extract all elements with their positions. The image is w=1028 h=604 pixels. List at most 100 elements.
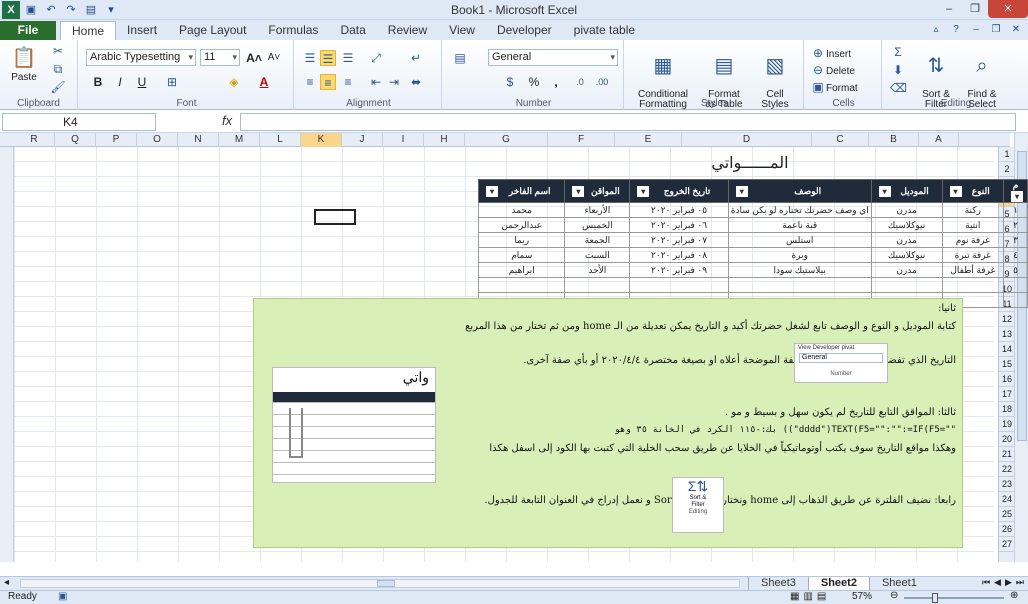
row-header-24[interactable]: 24 bbox=[999, 492, 1015, 507]
table-header-cell[interactable]: اسم الفاخر ▾ bbox=[477, 179, 566, 203]
horizontal-scrollbar[interactable] bbox=[20, 579, 740, 588]
filter-dropdown-icon[interactable]: ▾ bbox=[486, 185, 498, 197]
table-cell[interactable]: الأحد bbox=[564, 262, 631, 278]
align-left-icon[interactable]: ≡ bbox=[302, 74, 318, 90]
column-header-p[interactable]: P bbox=[96, 133, 137, 147]
minimize-icon[interactable]: – bbox=[936, 0, 962, 18]
collapse-ribbon-icon[interactable]: ▵ bbox=[928, 22, 944, 38]
row-header-2[interactable]: 2 bbox=[999, 162, 1015, 177]
bold-button[interactable]: B bbox=[90, 74, 106, 90]
table-cell[interactable]: ٠٧ فبراير ٢٠٢٠ bbox=[629, 232, 729, 248]
table-cell[interactable]: مدرن bbox=[870, 202, 943, 218]
table-cell[interactable]: ٠٩ فبراير ٢٠٢٠ bbox=[629, 262, 729, 278]
table-cell[interactable]: وبرة bbox=[727, 247, 872, 263]
cut-icon[interactable]: ✂ bbox=[50, 43, 66, 59]
table-cell[interactable]: ابراهيم bbox=[477, 262, 566, 278]
column-header-r[interactable]: R bbox=[14, 133, 55, 147]
table-cell[interactable] bbox=[727, 277, 872, 293]
close-icon[interactable]: ✕ bbox=[988, 0, 1028, 18]
table-cell[interactable] bbox=[1003, 277, 1028, 293]
active-cell-k4[interactable] bbox=[314, 209, 356, 225]
column-header-j[interactable]: J bbox=[342, 133, 383, 147]
column-header-n[interactable]: N bbox=[178, 133, 219, 147]
last-sheet-icon[interactable]: ⏭ bbox=[1016, 577, 1024, 588]
table-cell[interactable]: ٠٥ فبراير ٢٠٢٠ bbox=[629, 202, 729, 218]
table-cell[interactable]: ١ bbox=[1003, 202, 1028, 218]
row-header-16[interactable]: 16 bbox=[999, 372, 1015, 387]
tab-developer[interactable]: Developer bbox=[486, 21, 563, 40]
hscroll-left-icon[interactable]: ◂ bbox=[4, 577, 9, 588]
formula-input[interactable] bbox=[240, 113, 1016, 131]
shrink-font-icon[interactable]: A˅ bbox=[266, 50, 282, 66]
zoom-slider[interactable] bbox=[904, 593, 1004, 603]
column-header-k[interactable]: K bbox=[301, 133, 342, 147]
sheet-tab-1[interactable]: Sheet1 bbox=[870, 577, 929, 591]
table-header-cell[interactable]: الموديل ▾ bbox=[870, 179, 943, 203]
italic-button[interactable]: I bbox=[112, 74, 128, 90]
table-cell[interactable]: انتية bbox=[941, 217, 1005, 233]
row-header-21[interactable]: 21 bbox=[999, 447, 1015, 462]
column-header-d[interactable]: D bbox=[682, 133, 812, 147]
tab-page-layout[interactable]: Page Layout bbox=[168, 21, 257, 40]
font-color-icon[interactable]: A bbox=[256, 74, 272, 90]
table-cell[interactable]: سمام bbox=[477, 247, 566, 263]
row-header-1[interactable]: 1 bbox=[999, 147, 1015, 162]
filter-dropdown-icon[interactable]: ▾ bbox=[572, 185, 585, 197]
row-header-13[interactable]: 13 bbox=[999, 327, 1015, 342]
column-header-h[interactable]: H bbox=[424, 133, 465, 147]
table-cell[interactable] bbox=[564, 277, 631, 293]
copy-icon[interactable]: ⧉ bbox=[50, 61, 66, 77]
table-cell[interactable]: غرفة تبرة bbox=[941, 247, 1005, 263]
table-cell[interactable]: استلس bbox=[727, 232, 872, 248]
table-cell[interactable]: ٥ bbox=[1003, 262, 1028, 278]
zoom-out-icon[interactable]: ⊖ bbox=[890, 590, 898, 601]
table-cell[interactable]: مدرن bbox=[870, 262, 943, 278]
table-header-cell[interactable]: الوصف ▾ bbox=[727, 179, 872, 203]
underline-button[interactable]: U bbox=[134, 74, 150, 90]
name-box[interactable]: K4 bbox=[2, 113, 156, 131]
table-cell[interactable]: ٠٦ فبراير ٢٠٢٠ bbox=[629, 217, 729, 233]
merge-center-icon[interactable]: ⬌ bbox=[408, 74, 424, 90]
clear-icon[interactable]: ⌫ bbox=[890, 80, 907, 96]
zoom-level[interactable]: 57% bbox=[852, 591, 872, 602]
filter-dropdown-icon[interactable]: ▾ bbox=[735, 185, 748, 197]
number-format-select[interactable]: General bbox=[488, 49, 618, 66]
table-cell[interactable]: غرفة نوم bbox=[941, 232, 1005, 248]
doc-restore-icon[interactable]: ❐ bbox=[988, 22, 1004, 38]
next-sheet-icon[interactable]: ▶ bbox=[1005, 577, 1012, 588]
column-header-e[interactable]: E bbox=[615, 133, 682, 147]
column-header-f[interactable]: F bbox=[548, 133, 615, 147]
tab-home[interactable]: Home bbox=[60, 21, 117, 40]
table-cell[interactable]: ٢ bbox=[1003, 217, 1028, 233]
orientation-icon[interactable]: ⤢ bbox=[368, 50, 384, 66]
fill-icon[interactable]: ⬇ bbox=[890, 62, 906, 78]
first-sheet-icon[interactable]: ⏮ bbox=[982, 577, 990, 588]
row-header-20[interactable]: 20 bbox=[999, 432, 1015, 447]
column-header-c[interactable]: C bbox=[812, 133, 869, 147]
table-cell[interactable]: الخميس bbox=[564, 217, 631, 233]
table-cell[interactable]: مدرن bbox=[870, 232, 943, 248]
table-cell[interactable]: ركنة bbox=[941, 202, 1005, 218]
decrease-indent-icon[interactable]: ⇤ bbox=[368, 74, 384, 90]
table-cell[interactable]: ريما bbox=[477, 232, 566, 248]
table-cell[interactable] bbox=[629, 277, 729, 293]
table-cell[interactable]: نيوكلاسيك bbox=[870, 217, 943, 233]
column-header-o[interactable]: O bbox=[137, 133, 178, 147]
decrease-decimal-icon[interactable]: .00 bbox=[594, 74, 610, 90]
column-header-m[interactable]: M bbox=[219, 133, 260, 147]
filter-dropdown-icon[interactable]: ▾ bbox=[878, 185, 891, 197]
table-cell[interactable]: اي وصف حضرتك تختاره لو بكن سادة bbox=[727, 202, 872, 218]
table-cell[interactable] bbox=[941, 277, 1005, 293]
accounting-icon[interactable]: $ bbox=[502, 74, 518, 90]
filter-dropdown-icon[interactable]: ▾ bbox=[637, 185, 650, 197]
column-header-i[interactable]: I bbox=[383, 133, 424, 147]
table-cell[interactable]: الأربعاء bbox=[564, 202, 631, 218]
normal-view-icon[interactable]: ▦ bbox=[790, 591, 799, 602]
row-header-14[interactable]: 14 bbox=[999, 342, 1015, 357]
tab-pivate-table[interactable]: pivate table bbox=[563, 21, 646, 40]
column-header-l[interactable]: L bbox=[260, 133, 301, 147]
table-cell[interactable] bbox=[1003, 292, 1028, 308]
increase-indent-icon[interactable]: ⇥ bbox=[386, 74, 402, 90]
filter-dropdown-icon[interactable]: ▾ bbox=[1011, 191, 1024, 202]
tab-view[interactable]: View bbox=[438, 21, 486, 40]
